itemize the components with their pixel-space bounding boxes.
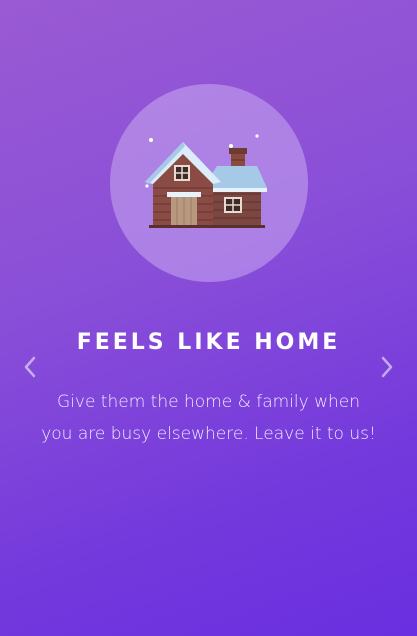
- illustration-circle: [110, 84, 308, 282]
- chevron-left-icon: [24, 356, 36, 378]
- snowy-house-icon: [145, 134, 267, 228]
- next-slide-button[interactable]: [372, 352, 402, 382]
- slide-title: FEELS LIKE HOME: [76, 330, 341, 355]
- prev-slide-button[interactable]: [15, 352, 45, 382]
- slide-description: Give them the home & family when you are…: [41, 392, 376, 444]
- onboarding-slide: FEELS LIKE HOME Give them the home & fam…: [0, 0, 417, 636]
- chevron-right-icon: [381, 356, 393, 378]
